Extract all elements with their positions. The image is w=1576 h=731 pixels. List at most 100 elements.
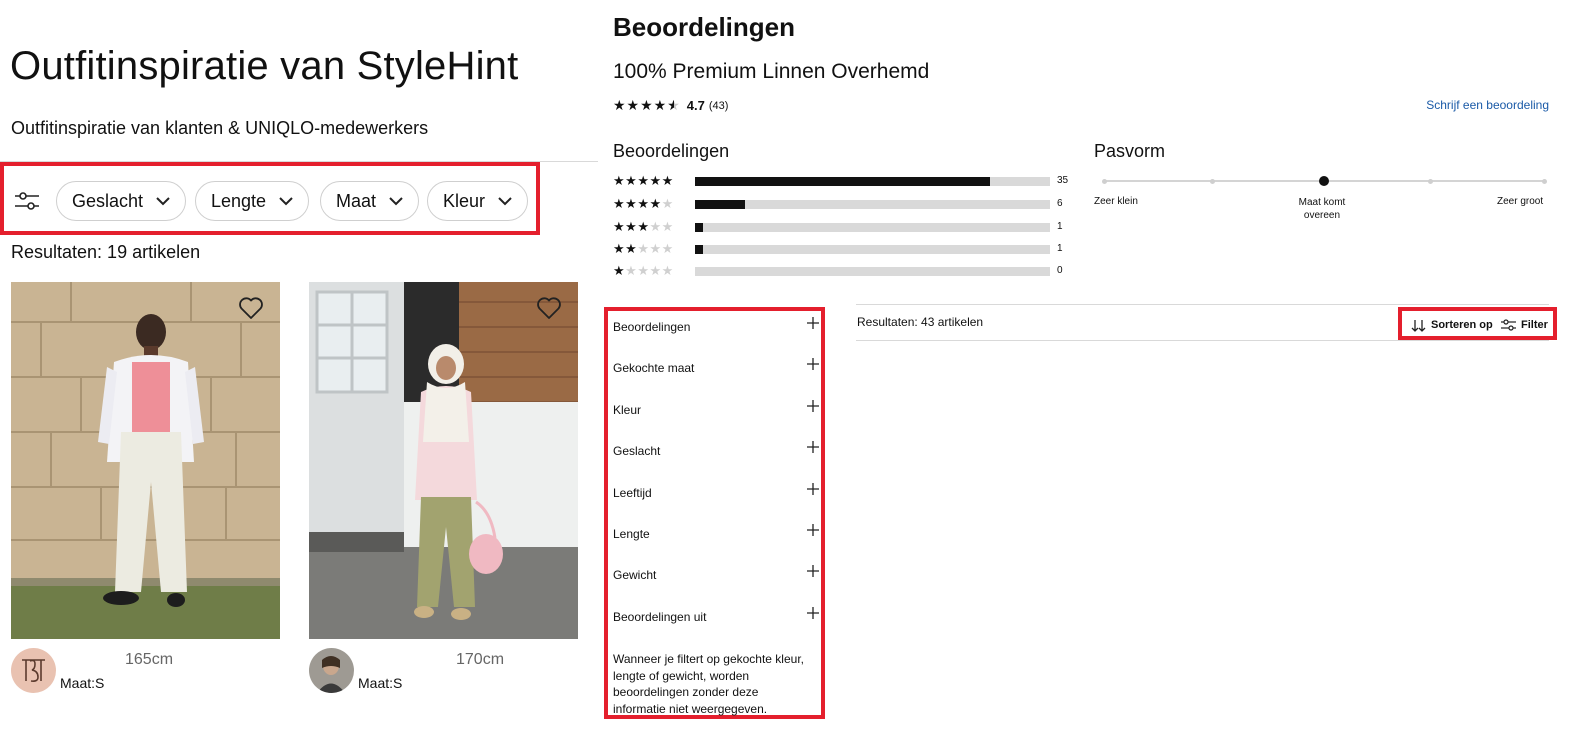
distribution-stars: ★★★★★ [613, 219, 674, 234]
rating-average: 4.7 [686, 98, 705, 113]
stylehint-avatar-image [11, 648, 56, 693]
heart-icon[interactable] [536, 296, 562, 320]
fit-label-center-line1: Maat komt [1298, 197, 1346, 208]
sort-button[interactable]: Sorteren op [1411, 317, 1493, 333]
avatar[interactable] [11, 648, 56, 693]
chip-label: Geslacht [72, 190, 144, 211]
outfit-photo-image [309, 282, 578, 639]
distribution-bar [695, 200, 1050, 209]
plus-icon [807, 524, 819, 536]
fit-label-left: Zeer klein [1094, 196, 1138, 207]
distribution-stars: ★★★★★ [613, 196, 674, 211]
distribution-bar [695, 223, 1050, 232]
fit-label-right: Zeer groot [1497, 196, 1544, 207]
avatar[interactable] [309, 648, 354, 693]
plus-icon [807, 400, 819, 412]
facet-kleur[interactable]: Kleur [613, 400, 819, 422]
results-count: Resultaten: 19 artikelen [11, 242, 201, 262]
fit-label-center-line2: overeen [1303, 210, 1341, 221]
product-name: 100% Premium Linnen Overhemd [613, 60, 930, 83]
distribution-row-3[interactable]: ★★★★★ 1 [613, 219, 1073, 235]
rating-stars: ★★★★★★ [613, 97, 681, 113]
filter-facets: Beoordelingen Gekochte maat Kleur Geslac… [604, 307, 825, 719]
distribution-bar-fill [695, 200, 745, 209]
facet-label: Kleur [613, 403, 642, 417]
outfit-photo[interactable] [309, 282, 578, 639]
page-subtitle: Outfitinspiratie van klanten & UNIQLO-me… [11, 118, 429, 138]
chip-label: Maat [336, 190, 377, 211]
fit-scale-dot [1542, 179, 1547, 184]
facet-label: Lengte [613, 527, 650, 541]
facet-geslacht[interactable]: Geslacht [613, 441, 819, 463]
filter-chip-kleur[interactable]: Kleur [427, 181, 529, 221]
facet-label: Beoordelingen uit [613, 610, 707, 624]
filter-sliders-icon[interactable] [14, 190, 40, 212]
divider [856, 304, 1549, 305]
fit-scale-dot [1210, 179, 1215, 184]
fit-label-center: Maat komt overeen [1282, 196, 1362, 222]
facet-label: Gekochte maat [613, 361, 695, 375]
chevron-down-icon [156, 197, 170, 206]
distribution-bar-fill [695, 245, 704, 254]
outfit-photo-image [11, 282, 280, 639]
filter-chip-geslacht[interactable]: Geslacht [56, 181, 187, 221]
distribution-count: 35 [1057, 175, 1069, 186]
sort-icon [1411, 319, 1426, 332]
model-height: 165cm [125, 651, 174, 668]
distribution-row-2[interactable]: ★★★★★ 1 [613, 241, 1073, 257]
model-size: Maat:S [60, 675, 105, 691]
facet-beoordelingen[interactable]: Beoordelingen [613, 317, 819, 339]
rating-summary: ★★★★★★ 4.7 (43) [613, 97, 728, 114]
distribution-row-5[interactable]: ★★★★★ 35 [613, 173, 1073, 189]
facet-gewicht[interactable]: Gewicht [613, 565, 819, 587]
fit-title: Pasvorm [1094, 141, 1166, 161]
plus-icon [807, 607, 819, 619]
model-size: Maat:S [358, 675, 403, 691]
sort-filter-toolbar: Sorteren op Filter [1398, 307, 1557, 340]
facet-label: Geslacht [613, 444, 661, 458]
chevron-down-icon [279, 197, 293, 206]
rating-count: (43) [708, 99, 729, 112]
distribution-row-4[interactable]: ★★★★★ 6 [613, 196, 1073, 212]
filter-chip-lengte[interactable]: Lengte [195, 181, 310, 221]
plus-icon [807, 441, 819, 453]
facet-note: Wanneer je filtert op gekochte kleur, le… [613, 652, 804, 716]
facet-label: Gewicht [613, 568, 657, 582]
stylehint-panel: Outfitinspiratie van StyleHint Outfitins… [0, 0, 598, 731]
filter-sliders-icon [1501, 319, 1516, 331]
facet-label: Beoordelingen [613, 320, 691, 334]
divider [856, 340, 1549, 341]
distribution-count: 1 [1057, 221, 1063, 232]
distribution-stars: ★★★★★ [613, 263, 674, 278]
write-review-link[interactable]: Schrijf een beoordeling [1426, 98, 1549, 112]
facet-label: Leeftijd [613, 486, 652, 500]
distribution-row-1[interactable]: ★★★★★ 0 [613, 263, 1073, 279]
distribution-bar [695, 177, 1050, 186]
heart-icon[interactable] [238, 296, 264, 320]
chip-label: Kleur [443, 190, 486, 211]
fit-marker [1319, 176, 1329, 186]
facet-leeftijd[interactable]: Leeftijd [613, 483, 819, 505]
user-avatar-image [309, 648, 354, 693]
distribution-count: 1 [1057, 243, 1063, 254]
outfit-photo[interactable] [11, 282, 280, 639]
filter-chip-maat[interactable]: Maat [320, 181, 420, 221]
facet-beoordelingen-uit[interactable]: Beoordelingen uit [613, 607, 819, 629]
facet-lengte[interactable]: Lengte [613, 524, 819, 546]
distribution-bar-fill [695, 177, 990, 186]
distribution-title: Beoordelingen [613, 141, 730, 161]
reviews-panel: Beoordelingen 100% Premium Linnen Overhe… [598, 0, 1576, 731]
facet-gekochte-maat[interactable]: Gekochte maat [613, 358, 819, 380]
distribution-bar [695, 245, 1050, 254]
distribution-stars: ★★★★★ [613, 241, 674, 256]
sort-label: Sorteren op [1431, 319, 1493, 331]
filter-bar: Geslacht Lengte Maat Kleur [0, 162, 540, 235]
distribution-count: 6 [1057, 198, 1063, 209]
filter-button[interactable]: Filter [1501, 317, 1548, 333]
distribution-count: 0 [1057, 265, 1063, 276]
chip-label: Lengte [211, 190, 267, 211]
filter-label: Filter [1521, 319, 1548, 331]
plus-icon [807, 565, 819, 577]
fit-scale-dot [1102, 179, 1107, 184]
chevron-down-icon [389, 197, 403, 206]
